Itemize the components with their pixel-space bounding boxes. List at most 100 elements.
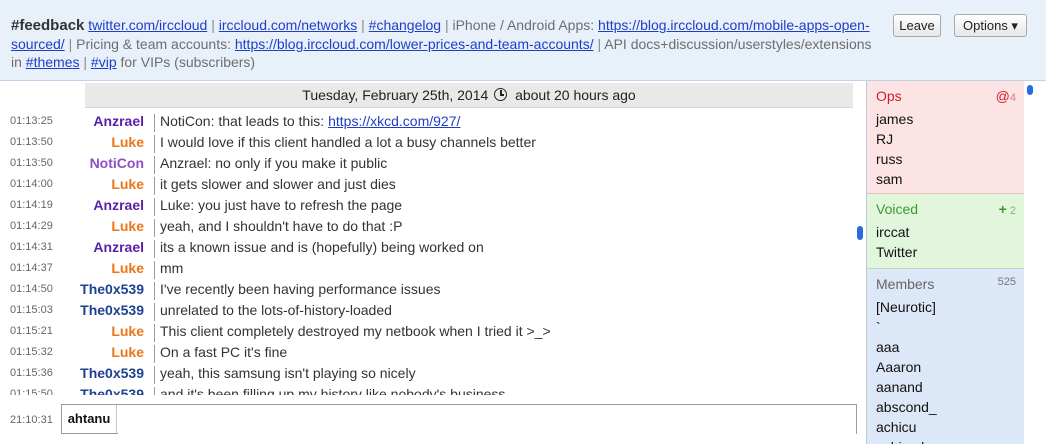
user-item[interactable]: james xyxy=(876,111,913,127)
message-timestamp[interactable]: 01:13:50 xyxy=(10,157,70,169)
topic-link[interactable]: #themes xyxy=(26,54,80,70)
nick-divider xyxy=(154,345,155,363)
user-item[interactable]: aaa xyxy=(876,339,899,355)
user-item[interactable]: Twitter xyxy=(876,244,917,260)
message-nick[interactable]: Luke xyxy=(111,176,144,192)
message-text: This client completely destroyed my netb… xyxy=(160,323,551,339)
message-row: 01:15:50 The0x539 and it's been filling up… xyxy=(0,385,860,395)
message-nick[interactable]: Luke xyxy=(111,134,144,150)
message-nick[interactable]: Anzrael xyxy=(93,197,144,213)
nick-divider xyxy=(154,198,155,216)
topic-separator: | xyxy=(79,54,91,70)
message-timestamp[interactable]: 01:14:00 xyxy=(10,178,70,190)
userlist-scrollbar[interactable] xyxy=(1024,81,1046,444)
message-body: NotiCon: that leads to this: xyxy=(160,113,329,129)
members-count: 525 xyxy=(997,276,1016,288)
topic-link[interactable]: #vip xyxy=(91,54,117,70)
message-timestamp[interactable]: 01:14:50 xyxy=(10,283,70,295)
topic-body: twitter.com/irccloud | irccloud.com/netw… xyxy=(11,17,872,70)
user-item[interactable]: irccat xyxy=(876,224,909,240)
voiced-badge: + xyxy=(998,201,1007,217)
message-row: 01:14:19 Anzrael Luke: you just have to re… xyxy=(0,196,860,217)
message-timestamp[interactable]: 01:15:21 xyxy=(10,325,70,337)
voiced-section: Voiced + 2 irccat Twitter xyxy=(867,194,1024,269)
date-divider: Tuesday, February 25th, 2014 about 20 ho… xyxy=(85,83,853,108)
message-timestamp[interactable]: 01:15:03 xyxy=(10,304,70,316)
message-input-box[interactable]: ahtanu xyxy=(61,404,857,435)
message-nick[interactable]: The0x539 xyxy=(80,365,144,381)
ops-badge: @ xyxy=(995,88,1010,104)
message-body: yeah, this samsung isn't playing so nice… xyxy=(160,365,416,381)
message-nick[interactable]: The0x539 xyxy=(80,386,144,395)
message-row: 01:14:31 Anzrael its a known issue and is … xyxy=(0,238,860,259)
message-text: Anzrael: no only if you make it public xyxy=(160,155,387,171)
message-text: I would love if this client handled a lo… xyxy=(160,134,536,150)
message-body: Anzrael: no only if you make it public xyxy=(160,155,388,171)
message-nick[interactable]: The0x539 xyxy=(80,281,144,297)
message-nick[interactable]: Anzrael xyxy=(93,239,144,255)
message-text: mm xyxy=(160,260,183,276)
message-row: 01:14:29 Luke yeah, and I shouldn't have t… xyxy=(0,217,860,238)
voiced-count: + 2 xyxy=(999,201,1016,217)
user-item[interactable]: RJ xyxy=(876,131,893,147)
nick-divider xyxy=(154,261,155,279)
message-timestamp[interactable]: 01:14:31 xyxy=(10,241,70,253)
message-timestamp[interactable]: 01:14:29 xyxy=(10,220,70,232)
topic-link[interactable]: irccloud.com/networks xyxy=(219,17,358,33)
message-nick[interactable]: NotiCon xyxy=(90,155,144,171)
message-timestamp[interactable]: 01:15:50 xyxy=(10,388,70,395)
message-text: it gets slower and slower and just dies xyxy=(160,176,396,192)
message-row: 01:14:50 The0x539 I've recently been havin… xyxy=(0,280,860,301)
options-button[interactable]: Options ▾ xyxy=(954,14,1027,37)
message-nick[interactable]: Luke xyxy=(111,323,144,339)
topic-separator: | xyxy=(207,17,219,33)
topic-link[interactable]: https://blog.irccloud.com/lower-prices-a… xyxy=(235,36,594,52)
user-item[interactable]: russ xyxy=(876,151,902,167)
message-body: and it's been filling up my history like… xyxy=(160,386,506,395)
message-nick[interactable]: The0x539 xyxy=(80,302,144,318)
nick-divider xyxy=(154,156,155,174)
message-body: I would love if this client handled a lo… xyxy=(160,134,536,150)
message-nick[interactable]: Luke xyxy=(111,344,144,360)
user-item[interactable]: aanand xyxy=(876,379,923,395)
message-log[interactable]: Tuesday, February 25th, 2014 about 20 ho… xyxy=(0,81,866,395)
userlist-scroll-thumb[interactable] xyxy=(1027,85,1033,95)
scroll-indicator[interactable] xyxy=(857,226,863,240)
input-area: 21:10:31 ahtanu xyxy=(0,396,866,444)
message-text: yeah, and I shouldn't have to do that :P xyxy=(160,218,402,234)
message-timestamp[interactable]: 01:13:25 xyxy=(10,115,70,127)
topic-separator: | xyxy=(593,36,605,52)
user-item[interactable]: achicu xyxy=(876,419,916,435)
message-row: 01:14:00 Luke it gets slower and slower an… xyxy=(0,175,860,196)
date-label: Tuesday, February 25th, 2014 xyxy=(302,87,489,103)
message-nick[interactable]: Luke xyxy=(111,218,144,234)
ops-count-value: 4 xyxy=(1009,92,1016,104)
message-timestamp[interactable]: 01:13:50 xyxy=(10,136,70,148)
message-body: mm xyxy=(160,260,184,276)
user-item[interactable]: [Neurotic] xyxy=(876,299,936,315)
user-item[interactable]: Aaaron xyxy=(876,359,921,375)
user-item[interactable]: abscond_ xyxy=(876,399,937,415)
message-timestamp[interactable]: 01:15:36 xyxy=(10,367,70,379)
message-row: 01:15:36 The0x539 yeah, this samsung isn't… xyxy=(0,364,860,385)
message-timestamp[interactable]: 01:14:19 xyxy=(10,199,70,211)
message-input[interactable] xyxy=(118,405,856,435)
message-body: yeah, and I shouldn't have to do that :P xyxy=(160,218,403,234)
message-timestamp[interactable]: 01:15:32 xyxy=(10,346,70,358)
message-nick[interactable]: Luke xyxy=(111,260,144,276)
message-nick[interactable]: Anzrael xyxy=(93,113,144,129)
message-text: yeah, this samsung isn't playing so nice… xyxy=(160,365,416,381)
channel-topic: #feedback twitter.com/irccloud | ircclou… xyxy=(11,16,879,71)
user-item[interactable]: ` xyxy=(876,319,881,335)
message-row: 01:14:37 Luke mm xyxy=(0,259,860,280)
message-link[interactable]: https://xkcd.com/927/ xyxy=(328,113,460,129)
input-nick[interactable]: ahtanu xyxy=(62,405,117,433)
ops-title: Ops xyxy=(876,88,902,104)
user-item[interactable]: sam xyxy=(876,171,902,187)
message-timestamp[interactable]: 01:14:37 xyxy=(10,262,70,274)
topic-text: iPhone / Android Apps: xyxy=(452,17,599,33)
user-item[interactable]: achievd xyxy=(876,439,924,444)
topic-link[interactable]: #changelog xyxy=(369,17,441,33)
leave-button[interactable]: Leave xyxy=(893,14,941,37)
topic-link[interactable]: twitter.com/irccloud xyxy=(88,17,207,33)
